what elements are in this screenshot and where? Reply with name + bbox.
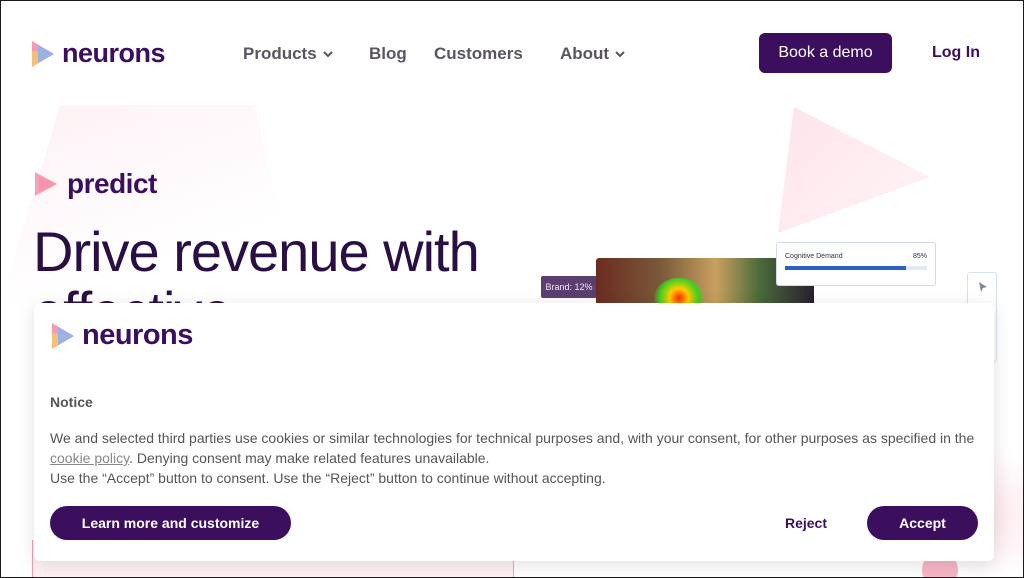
predict-product-logo: predict xyxy=(33,168,157,200)
learn-more-customize-button[interactable]: Learn more and customize xyxy=(50,506,291,540)
nav-about[interactable]: About xyxy=(560,44,625,64)
cursor-icon xyxy=(979,282,987,292)
cookie-policy-link[interactable]: cookie policy xyxy=(50,450,129,466)
cognitive-demand-value: 85% xyxy=(912,253,927,260)
cookie-notice-heading: Notice xyxy=(50,394,93,410)
nav-customers-label: Customers xyxy=(434,44,523,63)
nav-blog[interactable]: Blog xyxy=(369,44,407,64)
hero-bg-triangle xyxy=(778,107,930,233)
nav-products[interactable]: Products xyxy=(243,44,333,64)
login-link[interactable]: Log In xyxy=(932,44,980,62)
cookie-body-text: We and selected third parties use cookie… xyxy=(50,430,975,446)
logo-text: neurons xyxy=(62,38,166,68)
cookie-dialog-logo: neurons xyxy=(50,319,193,352)
neurons-logo-icon xyxy=(32,40,54,67)
nav-blog-label: Blog xyxy=(369,44,407,63)
chevron-down-icon xyxy=(615,51,625,58)
neurons-logo-icon xyxy=(52,322,74,349)
cookie-body-text-cont: . Denying consent may make related featu… xyxy=(129,450,490,466)
cognitive-demand-bar-fill xyxy=(785,266,906,270)
cognitive-demand-label: Cognitive Demand xyxy=(785,253,843,260)
brand-metric-tag: Brand: 12% xyxy=(541,276,597,298)
cookie-body-line2: Use the “Accept” button to consent. Use … xyxy=(50,470,606,486)
neurons-logo[interactable]: neurons xyxy=(30,38,166,69)
accept-button[interactable]: Accept xyxy=(867,506,978,540)
book-demo-button[interactable]: Book a demo xyxy=(759,33,892,73)
nav-products-label: Products xyxy=(243,44,317,63)
nav-about-label: About xyxy=(560,44,610,63)
reject-button[interactable]: Reject xyxy=(756,506,856,540)
cognitive-demand-bar xyxy=(785,266,927,270)
cookie-consent-dialog: neurons Notice We and selected third par… xyxy=(34,303,994,561)
cognitive-demand-card: Cognitive Demand 85% xyxy=(776,242,936,286)
predict-play-icon xyxy=(35,172,57,196)
site-header: neurons Products Blog Customers About Bo… xyxy=(0,0,1024,105)
predict-label: predict xyxy=(67,168,157,199)
chevron-down-icon xyxy=(322,51,333,58)
cookie-logo-text: neurons xyxy=(82,319,193,351)
nav-customers[interactable]: Customers xyxy=(434,44,523,64)
cookie-notice-body: We and selected third parties use cookie… xyxy=(50,428,990,488)
